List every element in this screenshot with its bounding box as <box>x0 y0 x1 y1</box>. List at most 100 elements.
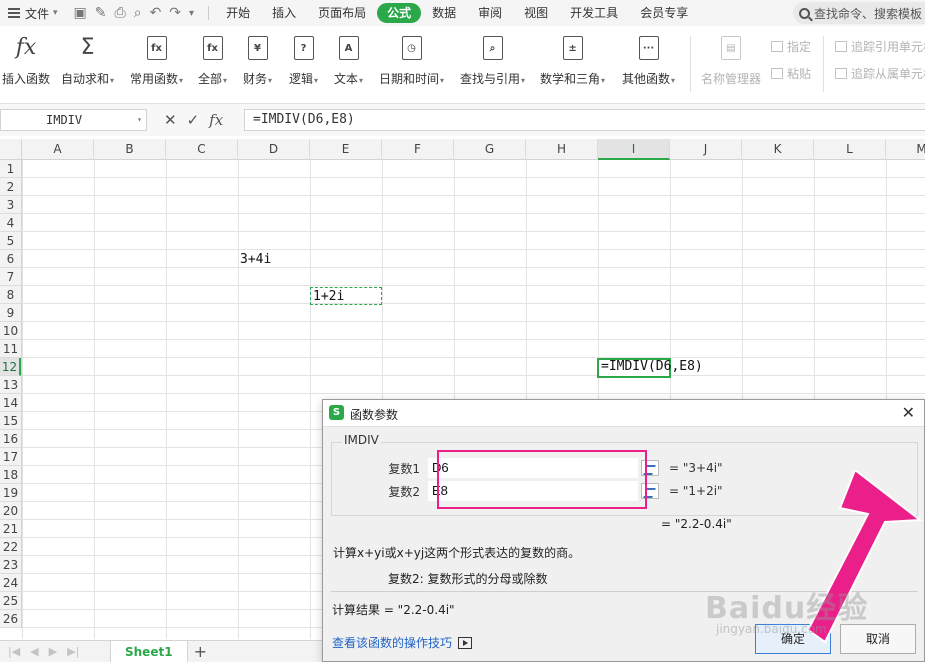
undo-icon[interactable]: ↶ <box>150 5 162 21</box>
row-header-21[interactable]: 21 <box>0 520 21 538</box>
logical-button[interactable]: ? 逻辑▾ <box>289 34 318 87</box>
cell-d6[interactable]: 3+4i <box>238 251 310 269</box>
tab-insert[interactable]: 插入 <box>261 3 307 23</box>
column-header-k[interactable]: K <box>742 139 814 160</box>
row-header-22[interactable]: 22 <box>0 538 21 556</box>
insert-function-button[interactable]: fx 插入函数 <box>2 34 50 87</box>
column-header-d[interactable]: D <box>238 139 310 160</box>
column-header-b[interactable]: B <box>94 139 166 160</box>
name-manager-button[interactable]: ▤ 名称管理器 <box>701 34 761 87</box>
tab-developer[interactable]: 开发工具 <box>559 3 629 23</box>
confirm-icon[interactable]: ✓ <box>187 111 200 129</box>
chevron-down-icon: ▾ <box>53 8 58 18</box>
paste-name-button[interactable]: 粘贴 <box>771 65 811 82</box>
row-header-17[interactable]: 17 <box>0 448 21 466</box>
format-painter-icon[interactable]: ✎ <box>95 5 107 21</box>
row-header-11[interactable]: 11 <box>0 340 21 358</box>
column-header-c[interactable]: C <box>166 139 238 160</box>
sheet-tab-sheet1[interactable]: Sheet1 <box>110 640 188 662</box>
all-functions-button[interactable]: fx 全部▾ <box>198 34 227 87</box>
column-header-i[interactable]: I <box>598 139 670 160</box>
tab-home[interactable]: 开始 <box>215 3 261 23</box>
dialog-title-bar[interactable]: S 函数参数 ✕ <box>323 400 924 427</box>
print-preview-icon[interactable]: ⌕ <box>134 5 142 21</box>
row-header-23[interactable]: 23 <box>0 556 21 574</box>
first-sheet-icon[interactable]: |◀ <box>8 645 20 658</box>
cell-i12[interactable]: =IMDIV(D6,E8) <box>597 358 703 378</box>
datetime-button[interactable]: ◷ 日期和时间▾ <box>379 34 444 87</box>
row-header-10[interactable]: 10 <box>0 322 21 340</box>
row-header-6[interactable]: 6 <box>0 250 21 268</box>
row-header-1[interactable]: 1 <box>0 160 21 178</box>
column-header-a[interactable]: A <box>22 139 94 160</box>
trace-dependents-button[interactable]: 追踪从属单元格 <box>835 65 925 82</box>
row-header-19[interactable]: 19 <box>0 484 21 502</box>
range-select-icon[interactable] <box>641 460 659 476</box>
row-header-25[interactable]: 25 <box>0 592 21 610</box>
help-link[interactable]: 查看该函数的操作技巧 <box>332 634 473 651</box>
row-header-24[interactable]: 24 <box>0 574 21 592</box>
column-header-l[interactable]: L <box>814 139 886 160</box>
column-header-j[interactable]: J <box>670 139 742 160</box>
financial-button[interactable]: ¥ 财务▾ <box>243 34 272 87</box>
column-header-g[interactable]: G <box>454 139 526 160</box>
row-header-9[interactable]: 9 <box>0 304 21 322</box>
row-header-26[interactable]: 26 <box>0 610 21 628</box>
range-select-icon[interactable] <box>641 483 659 499</box>
common-functions-button[interactable]: fx 常用函数▾ <box>130 34 183 87</box>
arg1-input[interactable]: D6 <box>428 458 638 478</box>
column-header-h[interactable]: H <box>526 139 598 160</box>
column-header-m[interactable]: M <box>886 139 925 160</box>
row-header-13[interactable]: 13 <box>0 376 21 394</box>
column-header-f[interactable]: F <box>382 139 454 160</box>
row-header-18[interactable]: 18 <box>0 466 21 484</box>
name-box[interactable]: IMDIV ▾ <box>0 109 147 131</box>
row-header-2[interactable]: 2 <box>0 178 21 196</box>
fx-icon[interactable]: fx <box>209 111 223 129</box>
file-menu[interactable]: 文件 ▾ <box>0 0 66 26</box>
tab-review[interactable]: 审阅 <box>467 3 513 23</box>
tab-formulas[interactable]: 公式 <box>377 3 422 23</box>
formula-input[interactable]: =IMDIV(D6,E8) <box>244 109 925 131</box>
text-button[interactable]: A 文本▾ <box>334 34 363 87</box>
chevron-down-icon: ▾ <box>179 76 184 85</box>
row-header-8[interactable]: 8 <box>0 286 21 304</box>
row-header-20[interactable]: 20 <box>0 502 21 520</box>
row-header-7[interactable]: 7 <box>0 268 21 286</box>
math-button[interactable]: ± 数学和三角▾ <box>540 34 605 87</box>
tab-data[interactable]: 数据 <box>421 3 467 23</box>
dialog-title: 函数参数 <box>350 408 399 422</box>
row-header-14[interactable]: 14 <box>0 394 21 412</box>
other-functions-button[interactable]: ··· 其他函数▾ <box>622 34 675 87</box>
row-header-12[interactable]: 12 <box>0 358 21 376</box>
chevron-down-icon[interactable]: ▾ <box>137 110 142 130</box>
row-header-5[interactable]: 5 <box>0 232 21 250</box>
close-icon[interactable]: ✕ <box>902 403 915 422</box>
save-icon[interactable]: ▣ <box>74 5 87 21</box>
print-icon[interactable]: ⎙ <box>115 5 126 21</box>
row-header-15[interactable]: 15 <box>0 412 21 430</box>
column-header-e[interactable]: E <box>310 139 382 160</box>
more-icon[interactable]: ▾ <box>189 8 194 19</box>
tab-view[interactable]: 视图 <box>513 3 559 23</box>
row-header-3[interactable]: 3 <box>0 196 21 214</box>
prev-sheet-icon[interactable]: ◀ <box>30 645 38 658</box>
arg2-input[interactable]: E8 <box>428 481 638 501</box>
cell-e8[interactable]: 1+2i <box>310 287 382 305</box>
lookup-button[interactable]: ⌕ 查找与引用▾ <box>460 34 525 87</box>
tab-page-layout[interactable]: 页面布局 <box>307 3 377 23</box>
autosum-button[interactable]: Σ 自动求和▾ <box>61 34 114 87</box>
cancel-button[interactable]: 取消 <box>840 624 916 654</box>
add-sheet-icon[interactable]: + <box>194 642 207 661</box>
next-sheet-icon[interactable]: ▶ <box>49 645 57 658</box>
cancel-icon[interactable]: ✕ <box>164 111 177 129</box>
select-all-corner[interactable] <box>0 139 22 160</box>
row-header-4[interactable]: 4 <box>0 214 21 232</box>
last-sheet-icon[interactable]: ▶| <box>67 645 79 658</box>
specify-button[interactable]: 指定 <box>771 38 811 55</box>
row-header-16[interactable]: 16 <box>0 430 21 448</box>
tab-member[interactable]: 会员专享 <box>629 3 699 23</box>
redo-icon[interactable]: ↷ <box>169 5 181 21</box>
trace-precedents-button[interactable]: 追踪引用单元格 <box>835 38 925 55</box>
command-search[interactable]: 查找命令、搜索模板 <box>793 2 925 24</box>
